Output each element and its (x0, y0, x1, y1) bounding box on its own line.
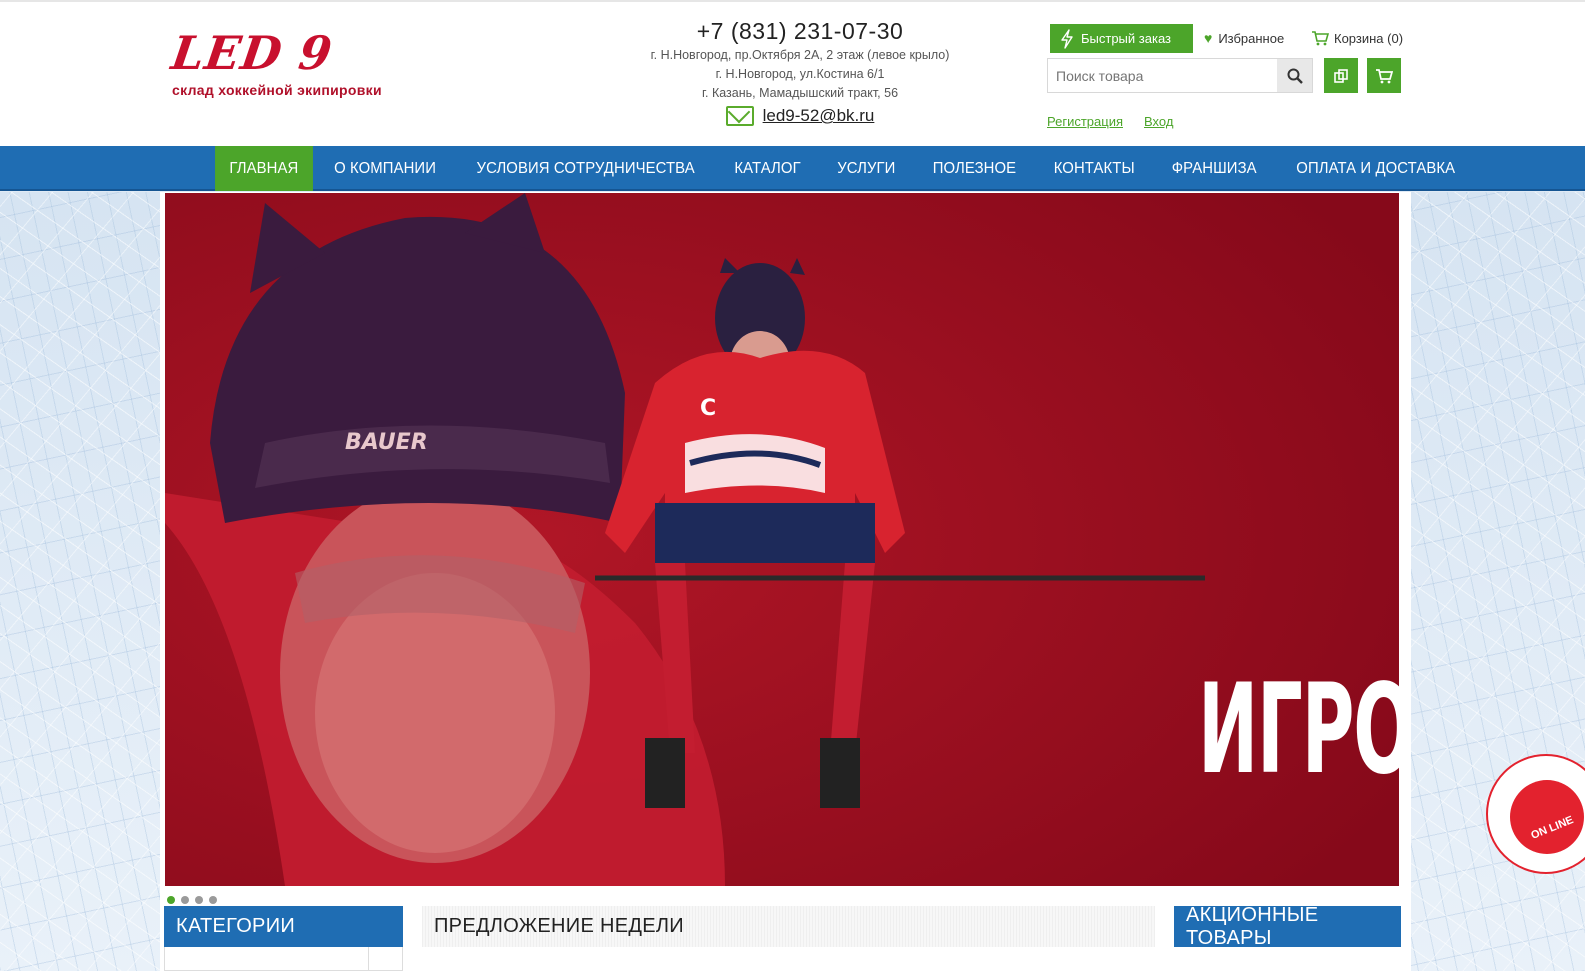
address-line: г. Казань, Мамадышский тракт, 56 (701, 86, 899, 100)
site-logo[interactable]: LED 9 склад хоккейной экипировки (168, 26, 412, 100)
hero-banner[interactable]: BAUER C ИГРОК (165, 193, 1399, 886)
cart-button[interactable] (1367, 58, 1401, 93)
address-line: г. Н.Новгород, пр.Октября 2А, 2 этаж (ле… (650, 48, 950, 62)
register-link[interactable]: Регистрация (1047, 114, 1123, 129)
promo-products-heading: АКЦИОННЫЕ ТОВАРЫ (1174, 904, 1401, 949)
slider-dot[interactable] (209, 896, 217, 904)
logo-text: LED 9 (168, 26, 337, 80)
slider-dot[interactable] (181, 896, 189, 904)
heart-icon: ♥ (1204, 30, 1213, 46)
nav-item-cooperation[interactable]: УСЛОВИЯ СОТРУДНИЧЕСТВА (460, 146, 711, 191)
captain-letter: C (700, 396, 716, 421)
online-label: ON LINE (1529, 814, 1576, 842)
categories-list (164, 947, 403, 971)
contact-block: +7 (831) 231-07-30 г. Н.Новгород, пр.Окт… (560, 16, 1040, 126)
main-nav: ГЛАВНАЯ О КОМПАНИИ УСЛОВИЯ СОТРУДНИЧЕСТВ… (0, 146, 1585, 191)
banner-headline: ИГРОК (1198, 658, 1399, 802)
search-button[interactable] (1277, 59, 1312, 92)
phone-number[interactable]: +7 (831) 231-07-30 (560, 16, 1040, 46)
nav-list: ГЛАВНАЯ О КОМПАНИИ УСЛОВИЯ СОТРУДНИЧЕСТВ… (213, 146, 1475, 191)
slider-dot[interactable] (195, 896, 203, 904)
nav-item-about[interactable]: О КОМПАНИИ (318, 146, 453, 191)
address-line: г. Н.Новгород, ул.Костина 6/1 (715, 67, 885, 81)
email-link[interactable]: led9-52@bk.ru (763, 106, 875, 126)
favorites-link[interactable]: ♥ Избранное (1204, 30, 1284, 46)
slider-dot[interactable] (167, 896, 175, 904)
nav-item-home[interactable]: ГЛАВНАЯ (215, 146, 313, 191)
nav-item-franchise[interactable]: ФРАНШИЗА (1156, 146, 1274, 191)
search-input[interactable] (1048, 59, 1277, 92)
email-row: led9-52@bk.ru (560, 106, 1040, 126)
compare-icon (1334, 68, 1348, 83)
cart-label: Корзина (0) (1334, 30, 1404, 46)
compare-button[interactable] (1324, 58, 1358, 93)
quick-order-label: Быстрый заказ (1081, 31, 1171, 46)
chat-icon: ON LINE (1510, 780, 1584, 854)
favorites-label: Избранное (1218, 30, 1285, 46)
nav-item-useful[interactable]: ПОЛЕЗНОЕ (916, 146, 1032, 191)
weekly-offer-heading: ПРЕДЛОЖЕНИЕ НЕДЕЛИ (422, 906, 1155, 947)
nav-item-services[interactable]: УСЛУГИ (821, 146, 912, 191)
site-header: LED 9 склад хоккейной экипировки +7 (831… (0, 0, 1585, 146)
cart-link[interactable]: Корзина (0) (1311, 30, 1403, 46)
slider-dots (167, 896, 217, 904)
login-link[interactable]: Вход (1144, 114, 1173, 129)
quick-order-button[interactable]: Быстрый заказ (1050, 24, 1193, 53)
nav-item-payment-delivery[interactable]: ОПЛАТА И ДОСТАВКА (1280, 146, 1472, 191)
logo-tagline: склад хоккейной экипировки (172, 82, 382, 98)
search-box (1047, 58, 1313, 93)
search-icon (1287, 68, 1303, 84)
nav-item-catalog[interactable]: КАТАЛОГ (718, 146, 817, 191)
bolt-icon (1061, 28, 1073, 49)
mail-icon (725, 106, 754, 126)
nav-item-contacts[interactable]: КОНТАКТЫ (1037, 146, 1151, 191)
helmet-brand-text: BAUER (345, 430, 428, 455)
categories-heading: КАТЕГОРИИ (164, 906, 403, 947)
cart-button-icon (1376, 68, 1393, 83)
cart-icon (1312, 31, 1329, 46)
